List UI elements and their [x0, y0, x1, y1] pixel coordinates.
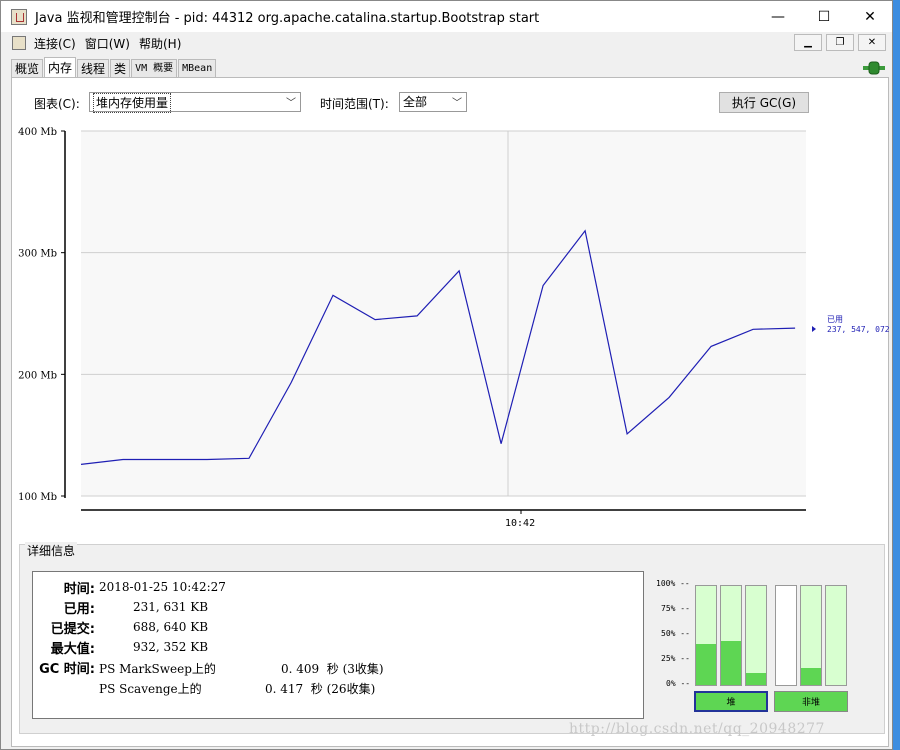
desktop-background-strip	[893, 0, 900, 750]
used-value: 231, 631 KB	[133, 600, 209, 614]
bar-fill	[801, 668, 821, 685]
gc-scavenge-value: 0. 417 秒 (26收集)	[265, 682, 376, 696]
details-title: 详细信息	[25, 542, 78, 559]
nonheap-pool-bar[interactable]	[800, 585, 822, 686]
gc-marksweep-name: PS MarkSweep上的	[99, 662, 216, 676]
pct-label-0: 0% --	[666, 679, 691, 688]
committed-label: 已提交:	[50, 622, 95, 637]
bar-fill	[746, 673, 766, 685]
details-info-box: 时间: 2018-01-25 10:42:27 已用: 231, 631 KB …	[32, 571, 644, 719]
nonheap-bar-button[interactable]: 非堆	[774, 691, 848, 712]
pct-label-50: 50% --	[661, 629, 690, 638]
y-tick-label: 400 Mb	[18, 127, 57, 138]
x-tick-label: 10:42	[505, 518, 535, 529]
heap-pool-bar[interactable]	[695, 585, 717, 686]
committed-value: 688, 640 KB	[133, 620, 209, 634]
bar-fill	[721, 641, 741, 685]
heap-memory-chart: 400 Mb 300 Mb 200 Mb 100 Mb 10:42 已用 237, 5…	[18, 127, 890, 529]
jconsole-window: Java 监视和管理控制台 - pid: 44312 org.apache.ca…	[0, 0, 893, 750]
used-label: 已用:	[63, 602, 95, 617]
watermark: http://blog.csdn.net/qq_20948277	[569, 721, 825, 737]
max-value: 932, 352 KB	[133, 640, 209, 654]
pct-label-100: 100% --	[656, 579, 690, 588]
pct-label-25: 25% --	[661, 654, 690, 663]
series-value: 237, 547, 072	[827, 325, 890, 334]
gc-time-label: GC 时间:	[39, 662, 95, 677]
time-value: 2018-01-25 10:42:27	[99, 580, 226, 594]
time-label: 时间:	[63, 582, 95, 597]
pct-label-75: 75% --	[661, 604, 690, 613]
y-tick-labels: 400 Mb 300 Mb 200 Mb 100 Mb	[18, 127, 65, 503]
y-tick-label: 200 Mb	[18, 370, 57, 381]
plot-area	[81, 131, 806, 496]
series-marker-icon	[812, 326, 816, 332]
bar-fill	[696, 644, 716, 685]
max-label: 最大值:	[50, 642, 95, 657]
heap-pool-bar[interactable]	[720, 585, 742, 686]
gc-scavenge-name: PS Scavenge上的	[99, 682, 202, 696]
heap-bar-button[interactable]: 堆	[694, 691, 768, 712]
y-tick-label: 100 Mb	[18, 492, 57, 503]
series-label: 已用	[827, 315, 843, 324]
nonheap-pool-bar[interactable]	[825, 585, 847, 686]
heap-pool-bar[interactable]	[745, 585, 767, 686]
y-tick-label: 300 Mb	[18, 249, 57, 260]
nonheap-pool-bar[interactable]	[775, 585, 797, 686]
gc-marksweep-value: 0. 409 秒 (3收集)	[281, 662, 384, 676]
